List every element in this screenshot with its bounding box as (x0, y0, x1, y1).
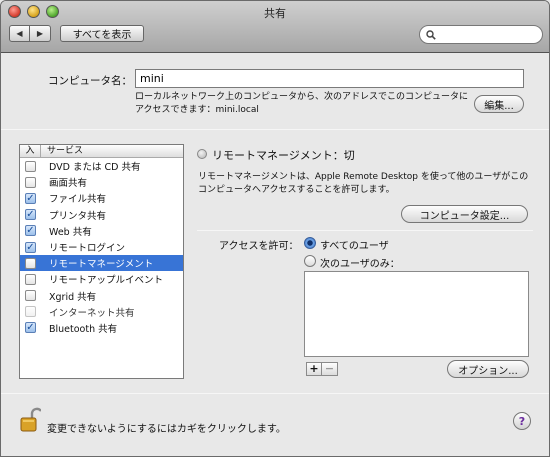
service-label: リモートアップルイベント (49, 275, 164, 287)
service-checkbox[interactable] (25, 160, 36, 172)
service-label: インターネット共有 (49, 307, 135, 319)
service-checkbox[interactable]: ✓ (25, 322, 36, 334)
column-header-service[interactable]: サービス (41, 145, 83, 157)
options-button[interactable]: オプション... (447, 360, 529, 378)
service-status: リモートマネージメント：切 (212, 149, 355, 162)
lock-message: 変更できないようにするにはカギをクリックします。 (47, 424, 286, 435)
back-button[interactable]: ◀ (9, 25, 30, 42)
search-icon (426, 29, 436, 40)
service-row[interactable]: ✓ ファイル共有 (20, 190, 183, 206)
service-row[interactable]: Xgrid 共有 (20, 288, 183, 304)
service-checkbox (25, 306, 36, 318)
service-checkbox-cell (20, 257, 41, 269)
service-label: 画面共有 (49, 178, 88, 190)
system-preferences-window: 共有 ◀ ▶ すべてを表示 コンピュータ名： ローカルネットワーク上のコンピュー… (0, 0, 550, 457)
service-row[interactable]: リモートアップルイベント (20, 271, 183, 287)
title-toolbar-bar: 共有 ◀ ▶ すべてを表示 (1, 1, 549, 53)
question-mark-icon: ? (518, 414, 526, 428)
access-label: アクセスを許可： (219, 241, 299, 252)
service-row[interactable]: ✓ プリンタ共有 (20, 207, 183, 223)
search-field[interactable] (419, 25, 543, 44)
all-users-label[interactable]: すべてのユーザ (320, 237, 389, 252)
service-checkbox-cell (20, 290, 41, 302)
show-all-button[interactable]: すべてを表示 (60, 25, 144, 42)
computer-name-label: コンピュータ名： (48, 75, 132, 87)
service-row[interactable]: ✓ Web 共有 (20, 223, 183, 239)
service-label: プリンタ共有 (49, 210, 107, 222)
only-these-users-label[interactable]: 次のユーザのみ： (320, 255, 400, 270)
service-label: リモートログイン (49, 243, 126, 255)
service-checkbox[interactable]: ✓ (25, 225, 36, 237)
service-row[interactable]: DVD または CD 共有 (20, 158, 183, 174)
service-label: Bluetooth 共有 (49, 323, 118, 335)
forward-button[interactable]: ▶ (30, 25, 51, 42)
service-description: リモートマネージメントは、Apple Remote Desktop を使って他の… (198, 172, 529, 195)
service-list[interactable]: 入 サービス DVD または CD 共有 画面共有 ✓ ファイル共有 ✓ プリンタ共有 ✓ W… (19, 144, 184, 379)
service-label: DVD または CD 共有 (49, 162, 141, 174)
service-checkbox[interactable]: ✓ (25, 241, 36, 253)
service-checkbox-cell: ✓ (20, 209, 41, 221)
all-users-radio[interactable] (304, 237, 316, 249)
service-checkbox-cell: ✓ (20, 322, 41, 334)
service-row[interactable]: ✓ リモートログイン (20, 239, 183, 255)
remove-user-button[interactable]: − (322, 362, 338, 376)
add-user-button[interactable]: + (306, 362, 322, 376)
footer-divider (1, 393, 549, 394)
service-checkbox-cell: ✓ (20, 241, 41, 253)
service-checkbox-cell: ✓ (20, 192, 41, 204)
service-checkbox-cell (20, 306, 41, 318)
service-checkbox[interactable]: ✓ (25, 192, 36, 204)
lock-open-icon[interactable] (19, 407, 41, 433)
service-checkbox-cell (20, 273, 41, 285)
forward-arrow-icon: ▶ (36, 29, 44, 38)
service-checkbox-cell (20, 176, 41, 188)
status-indicator-icon (197, 149, 207, 159)
edit-button[interactable]: 編集... (474, 95, 524, 113)
service-list-header: 入 サービス (20, 145, 183, 158)
computer-name-description: ローカルネットワーク上のコンピュータから、次のアドレスでこのコンピュータにアクセ… (135, 92, 469, 115)
computer-settings-button[interactable]: コンピュータ設定... (401, 205, 528, 223)
computer-name-input[interactable] (135, 69, 524, 88)
window-title: 共有 (264, 7, 286, 20)
search-input[interactable] (439, 28, 539, 41)
service-row[interactable]: リモートマネージメント (20, 255, 183, 272)
back-arrow-icon: ◀ (16, 29, 23, 38)
help-button[interactable]: ? (513, 412, 531, 430)
service-rows: DVD または CD 共有 画面共有 ✓ ファイル共有 ✓ プリンタ共有 ✓ Web 共有 ✓ リ… (20, 158, 183, 336)
column-header-on[interactable]: 入 (20, 145, 41, 157)
service-checkbox[interactable]: ✓ (25, 209, 36, 221)
service-label: ファイル共有 (49, 194, 107, 206)
allowed-users-list[interactable] (304, 271, 529, 357)
service-row[interactable]: 画面共有 (20, 174, 183, 190)
service-checkbox-cell: ✓ (20, 225, 41, 237)
detail-divider (197, 230, 533, 231)
service-label: Web 共有 (49, 226, 92, 238)
service-checkbox[interactable] (25, 176, 36, 188)
nav-buttons: ◀ ▶ (9, 25, 51, 42)
service-row[interactable]: ✓ Bluetooth 共有 (20, 320, 183, 336)
service-checkbox[interactable] (25, 290, 36, 302)
service-row[interactable]: インターネット共有 (20, 304, 183, 320)
divider (1, 129, 549, 130)
service-label: リモートマネージメント (49, 259, 154, 271)
only-these-users-radio[interactable] (304, 255, 316, 267)
service-label: Xgrid 共有 (49, 291, 97, 303)
service-checkbox[interactable] (25, 273, 36, 285)
service-checkbox[interactable] (25, 257, 36, 269)
service-checkbox-cell (20, 160, 41, 172)
